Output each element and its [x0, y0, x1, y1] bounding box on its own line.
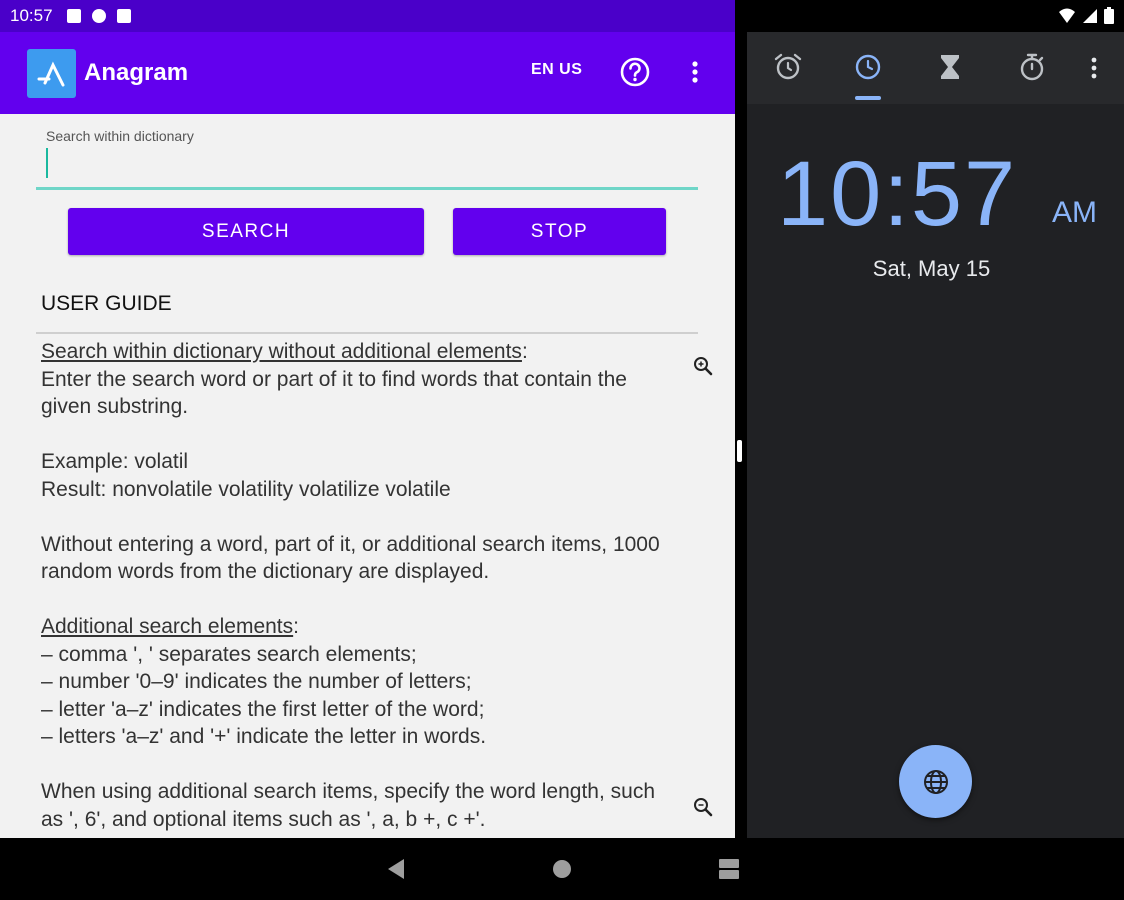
notification-icon: [91, 9, 106, 23]
clock-app: 10:57 AM Sat, May 15: [747, 0, 1124, 838]
recents-icon[interactable]: [718, 858, 740, 880]
zoom-in-icon[interactable]: [692, 355, 714, 377]
guide-rule: – comma ', ' separates search elements;: [41, 642, 417, 666]
navigation-bar: [0, 838, 1124, 900]
clock-ampm: AM: [1052, 196, 1097, 229]
more-vert-icon[interactable]: [686, 54, 704, 90]
timer-icon[interactable]: [933, 50, 967, 84]
section-title: Search within dictionary without additio…: [41, 340, 522, 363]
clock-icon[interactable]: [851, 50, 885, 84]
section-title: Additional search elements: [41, 615, 294, 638]
status-bar: 10:57: [0, 0, 735, 32]
cellular-signal-icon: [1083, 8, 1097, 23]
guide-result: Result: nonvolatile volatility volatiliz…: [41, 477, 451, 501]
sd-card-icon: [116, 9, 131, 23]
guide-rule: – letters 'a–z' and '+' indicate the let…: [41, 725, 487, 748]
divider: [36, 332, 698, 334]
alarm-icon[interactable]: [771, 50, 805, 84]
guide-paragraph: Without entering a word, part of it, or …: [41, 532, 660, 584]
help-circle-icon[interactable]: [618, 55, 652, 89]
guide-heading: USER GUIDE: [41, 292, 172, 315]
guide-paragraph: Enter the search word or part of it to f…: [41, 367, 627, 419]
globe-icon[interactable]: [899, 745, 972, 818]
anagram-app: 10:57 Anagram EN US Search within dictio…: [0, 0, 735, 838]
zoom-out-icon[interactable]: [692, 796, 714, 818]
language-button[interactable]: EN US: [531, 61, 582, 79]
split-screen-handle[interactable]: [737, 440, 742, 462]
app-title: Anagram: [84, 59, 189, 86]
stopwatch-icon[interactable]: [1015, 50, 1049, 84]
app-logo-icon: [27, 48, 76, 98]
guide-paragraph: When using additional search items, spec…: [41, 780, 655, 831]
active-tab-indicator: [855, 96, 881, 100]
text-caret: [46, 148, 48, 178]
search-label: Search within dictionary: [46, 128, 194, 144]
clock-tab-bar: [747, 32, 1124, 104]
back-icon[interactable]: [386, 858, 406, 880]
home-icon[interactable]: [552, 859, 572, 879]
search-button[interactable]: SEARCH: [68, 208, 424, 255]
stop-button[interactable]: STOP: [453, 208, 666, 255]
app-bar: Anagram EN US: [0, 32, 735, 114]
notification-icon: [66, 9, 81, 23]
wifi-icon: [1059, 8, 1075, 23]
clock-date: Sat, May 15: [747, 256, 1124, 282]
guide-rule: – number '0–9' indicates the number of l…: [41, 670, 472, 693]
search-input[interactable]: [36, 144, 698, 190]
guide-example: Example: volatil: [41, 450, 189, 473]
status-bar: [747, 0, 1124, 32]
clock-time[interactable]: 10:57: [777, 142, 1017, 247]
guide-rule: – letter 'a–z' indicates the first lette…: [41, 697, 485, 721]
user-guide-text: Search within dictionary without additio…: [41, 338, 681, 833]
clock-date-text: Sat, May 15: [872, 256, 991, 281]
battery-icon: [1104, 7, 1114, 24]
more-vert-icon[interactable]: [1087, 52, 1101, 84]
status-time: 10:57: [10, 6, 53, 25]
